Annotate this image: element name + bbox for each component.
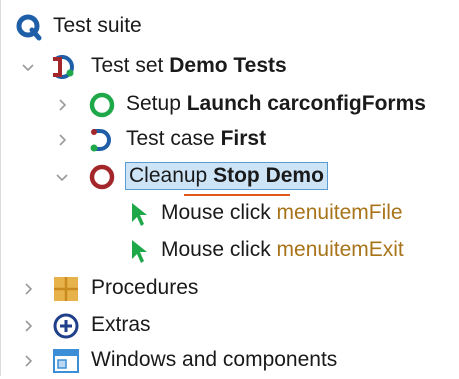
chevron-right-icon[interactable] bbox=[55, 98, 69, 112]
extras-label: Extras bbox=[91, 313, 151, 336]
tree-node-setup[interactable]: Setup Launch carconfigForms bbox=[1, 87, 459, 123]
test-set-label: Test set Demo Tests bbox=[91, 54, 287, 77]
cleanup-label-selected[interactable]: Cleanup Stop Demo bbox=[125, 162, 328, 190]
setup-label: Setup Launch carconfigForms bbox=[126, 92, 426, 115]
test-suite-label: Test suite bbox=[53, 14, 142, 37]
test-case-label: Test case First bbox=[126, 127, 267, 150]
chevron-right-icon[interactable] bbox=[21, 354, 35, 368]
tree-node-cleanup[interactable]: Cleanup Stop Demo bbox=[1, 159, 459, 196]
chevron-down-icon[interactable] bbox=[21, 60, 35, 74]
chevron-right-icon[interactable] bbox=[21, 319, 35, 333]
tree-node-procedures[interactable]: Procedures bbox=[1, 271, 459, 307]
chevron-right-icon[interactable] bbox=[55, 133, 69, 147]
test-suite-tree[interactable]: Test suite Test set Demo Tests Setup Lau… bbox=[0, 0, 459, 376]
tree-node-mouse-click-exit[interactable]: Mouse click menuitemExit bbox=[1, 233, 459, 269]
procedures-icon bbox=[54, 277, 78, 301]
qftest-suite-icon bbox=[16, 14, 42, 41]
tree-node-test-suite[interactable]: Test suite bbox=[1, 9, 459, 45]
mouse-click-icon bbox=[132, 240, 147, 263]
tree-node-extras[interactable]: Extras bbox=[1, 308, 459, 344]
extras-icon bbox=[53, 313, 79, 339]
windows-components-icon bbox=[53, 349, 79, 373]
cleanup-circle-icon bbox=[89, 164, 115, 190]
test-set-icon bbox=[53, 55, 74, 79]
tree-node-mouse-click-file[interactable]: Mouse click menuitemFile bbox=[1, 196, 459, 232]
chevron-right-icon[interactable] bbox=[21, 282, 35, 296]
test-case-icon bbox=[90, 129, 111, 152]
chevron-down-icon[interactable] bbox=[55, 170, 69, 184]
windows-components-label: Windows and components bbox=[91, 348, 338, 371]
mouse-click-icon bbox=[132, 203, 147, 226]
setup-circle-icon bbox=[89, 92, 115, 118]
tree-node-windows-components[interactable]: Windows and components bbox=[1, 343, 459, 379]
mouse-click-label: Mouse click menuitemExit bbox=[161, 238, 404, 261]
mouse-click-label: Mouse click menuitemFile bbox=[161, 201, 403, 224]
procedures-label: Procedures bbox=[91, 276, 199, 299]
tree-node-test-case[interactable]: Test case First bbox=[1, 122, 459, 158]
tree-node-test-set[interactable]: Test set Demo Tests bbox=[1, 49, 459, 85]
